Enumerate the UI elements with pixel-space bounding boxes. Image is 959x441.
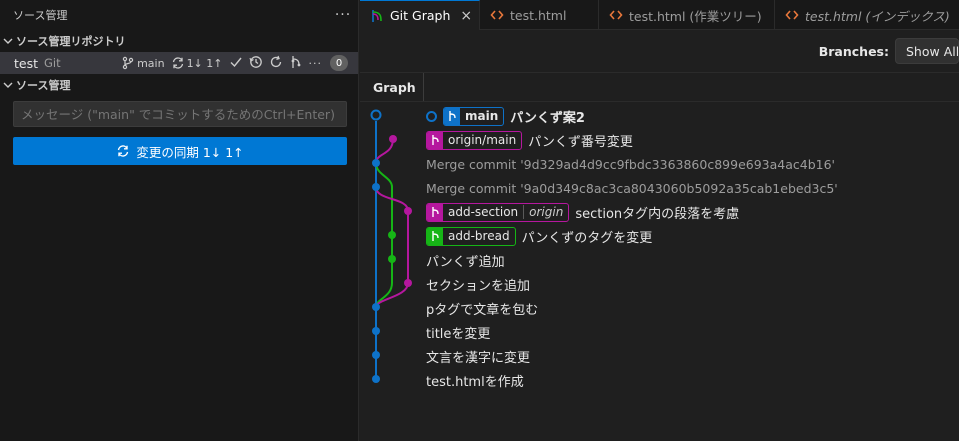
branches-label: Branches: — [818, 43, 889, 59]
graph-column-header: Graph — [360, 72, 959, 102]
source-control-sidebar: ソース管理 ··· ソース管理リポジトリ test Git main 1↓ 1↑… — [0, 0, 359, 441]
tab-label: Git Graph — [390, 8, 451, 23]
commit-row[interactable]: 文言を漢字に変更 — [426, 344, 838, 368]
tab-label: test.html — [510, 7, 567, 23]
branch-ref-origin-main[interactable]: origin/main — [426, 130, 523, 150]
commit-message: 文言を漢字に変更 — [426, 350, 531, 366]
git-graph-toolbar: Branches: Show All — [360, 31, 959, 71]
commit-message: パンくず追加 — [426, 254, 505, 270]
commit-message: sectionタグ内の段落を考慮 — [575, 206, 740, 222]
commit-dot — [404, 207, 412, 215]
commit-row[interactable]: セクションを追加 — [426, 272, 838, 296]
commit-row[interactable]: Merge commit '9a0d349c8ac3ca8043060b5092… — [426, 176, 838, 200]
commit-message: パンくずのタグを変更 — [521, 230, 653, 246]
head-indicator-icon — [426, 110, 437, 122]
html-file-icon — [490, 8, 504, 22]
repositories-section-header[interactable]: ソース管理リポジトリ — [0, 30, 358, 52]
sync-icon — [118, 145, 129, 157]
tab-test-html-working-tree[interactable]: test.html (作業ツリー) — [599, 0, 775, 30]
branches-dropdown[interactable]: Show All — [895, 38, 959, 64]
branch-ref-main[interactable]: main — [443, 106, 505, 126]
html-file-icon — [609, 8, 623, 22]
commit-row[interactable]: titleを変更 — [426, 320, 838, 344]
commit-dot — [372, 351, 380, 359]
sync-button-label: 変更の同期 1↓ 1↑ — [136, 144, 244, 160]
branch-picker[interactable]: main — [121, 56, 165, 70]
commit-dot — [372, 327, 380, 335]
changes-count-badge: 0 — [330, 55, 348, 71]
commit-dot — [389, 135, 397, 143]
repository-name: test — [14, 55, 39, 71]
close-icon[interactable]: × — [460, 8, 472, 24]
commit-row[interactable]: Merge commit '9d329ad4d9cc9fbdc3363860c8… — [426, 152, 838, 176]
commit-message: Merge commit '9a0d349c8ac3ca8043060b5092… — [426, 180, 838, 196]
commit-dot — [372, 375, 380, 383]
commit-row[interactable]: add-bread パンくずのタグを変更 — [426, 224, 838, 248]
commit-message: パンくず案2 — [510, 110, 585, 126]
commit-dot — [388, 255, 396, 263]
graph-column-title[interactable]: Graph — [360, 73, 424, 101]
sync-changes-button[interactable]: 変更の同期 1↓ 1↑ — [13, 137, 347, 165]
refresh-icon[interactable] — [269, 55, 283, 72]
git-graph-icon[interactable] — [289, 55, 303, 72]
repository-item[interactable]: test Git main 1↓ 1↑ ··· 0 — [0, 52, 358, 74]
commit-row[interactable]: pタグで文章を包む — [426, 296, 838, 320]
branch-icon — [427, 227, 443, 245]
commit-list: main パンくず案2 origin/main パンくず番号変更 Merge c… — [426, 104, 838, 392]
branch-ref-add-section[interactable]: add-section origin — [426, 202, 570, 222]
repositories-section-label: ソース管理リポジトリ — [16, 35, 126, 48]
branch-ref-add-bread[interactable]: add-bread — [426, 226, 516, 246]
commit-dot — [388, 231, 396, 239]
history-icon[interactable] — [248, 55, 263, 72]
git-graph-icon — [370, 9, 384, 23]
branch-icon — [444, 107, 460, 125]
tab-label: test.html (作業ツリー) — [629, 8, 762, 24]
repository-kind: Git — [44, 56, 61, 70]
commit-message: pタグで文章を包む — [426, 302, 539, 318]
more-actions-icon[interactable]: ··· — [309, 57, 323, 70]
commit-dot — [372, 183, 380, 191]
commit-message: Merge commit '9d329ad4d9cc9fbdc3363860c8… — [426, 156, 835, 172]
commit-dot — [372, 159, 380, 167]
html-file-icon — [785, 8, 799, 22]
check-icon[interactable] — [229, 55, 243, 72]
changes-section-label: ソース管理 — [16, 79, 71, 92]
commit-row[interactable]: test.htmlを作成 — [426, 368, 838, 392]
repository-actions: main 1↓ 1↑ ··· 0 — [121, 52, 348, 74]
commit-message: セクションを追加 — [426, 278, 531, 294]
branch-name: main — [137, 56, 165, 70]
commit-dot — [404, 279, 412, 287]
sync-status[interactable]: 1↓ 1↑ — [171, 56, 223, 70]
commit-row[interactable]: add-section origin sectionタグ内の段落を考慮 — [426, 200, 838, 224]
graph-line-origin — [375, 138, 394, 164]
branches-dropdown-value: Show All — [906, 43, 959, 59]
commit-dot — [372, 303, 380, 311]
commit-row[interactable]: origin/main パンくず番号変更 — [426, 128, 838, 152]
commit-row[interactable]: パンくず追加 — [426, 248, 838, 272]
tab-test-html-index[interactable]: test.html (インデックス) — [775, 0, 959, 30]
git-branch-icon — [122, 56, 134, 70]
sync-counts: 1↓ 1↑ — [186, 56, 223, 70]
branch-icon — [427, 131, 443, 149]
commit-graph — [370, 109, 412, 383]
sync-icon — [172, 57, 183, 69]
commit-message: titleを変更 — [426, 326, 491, 342]
tab-label: test.html (インデックス) — [805, 8, 950, 24]
ellipsis-icon[interactable]: ··· — [328, 7, 358, 23]
remote-label: origin — [523, 205, 568, 219]
changes-section-header[interactable]: ソース管理 — [0, 74, 358, 96]
commit-message: パンくず番号変更 — [528, 134, 633, 150]
tab-test-html[interactable]: test.html — [480, 0, 599, 30]
commit-message: test.htmlを作成 — [426, 374, 524, 390]
tab-git-graph[interactable]: Git Graph × — [360, 0, 480, 30]
editor-tab-bar: Git Graph × test.html test.html (作業ツリー) … — [360, 0, 959, 30]
chevron-down-icon — [2, 80, 14, 90]
commit-dot-head — [370, 109, 382, 121]
commit-message-input[interactable] — [13, 101, 347, 127]
chevron-down-icon — [2, 36, 14, 46]
sidebar-title: ソース管理 — [13, 9, 68, 22]
commit-row[interactable]: main パンくず案2 — [426, 104, 838, 128]
sidebar-header: ソース管理 ··· — [0, 0, 358, 30]
branch-icon — [427, 203, 443, 221]
